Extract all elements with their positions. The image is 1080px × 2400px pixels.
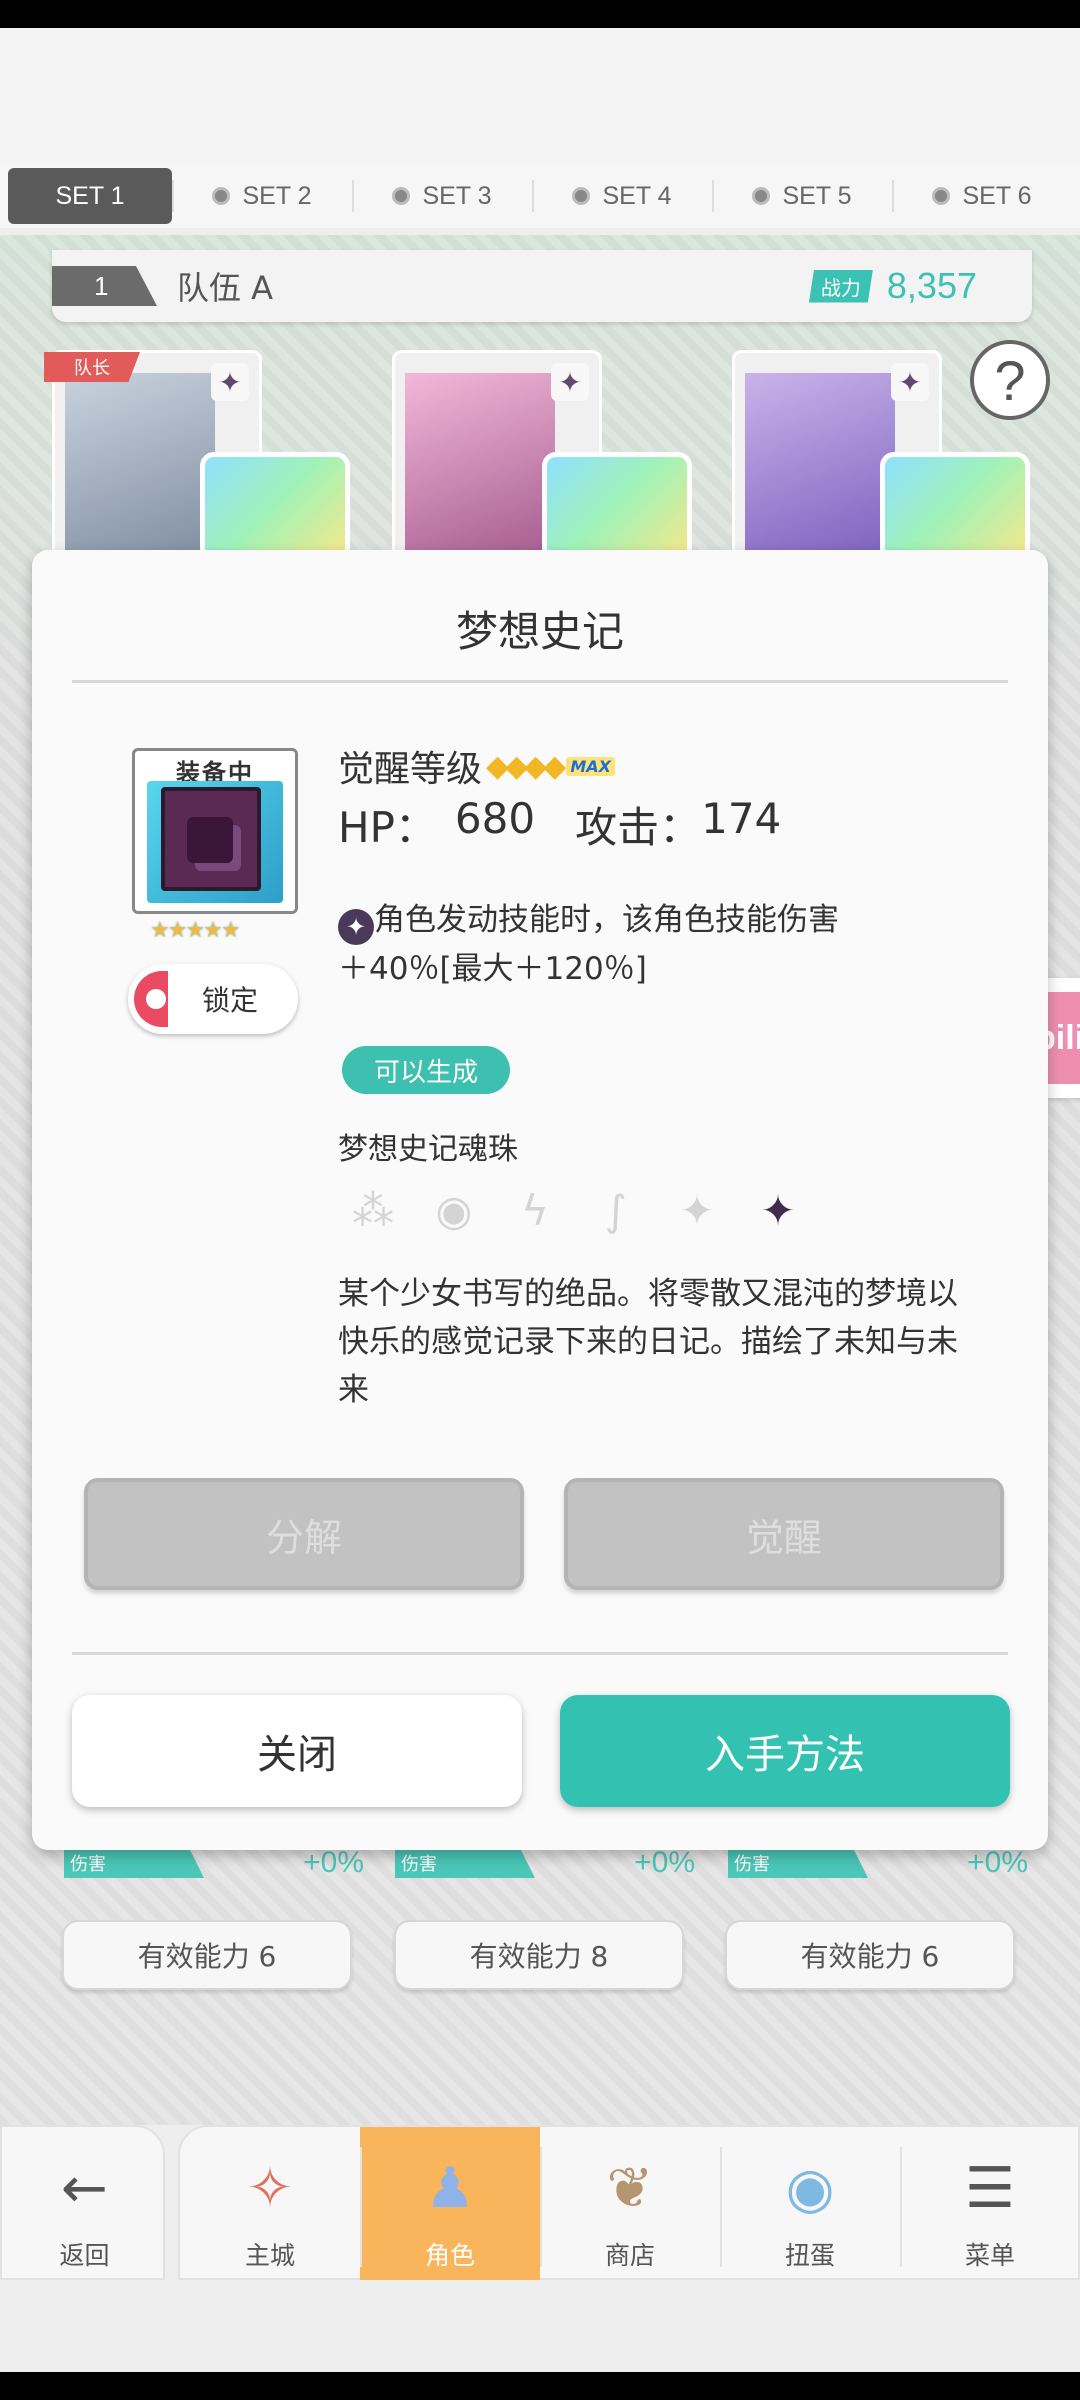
obtain-method-button[interactable]: 入手方法 (560, 1695, 1010, 1807)
tab-set-3[interactable]: SET 3 (352, 168, 532, 224)
tab-set-1[interactable]: SET 1 (8, 168, 172, 224)
soul-gem-icon: ✦ (551, 363, 589, 401)
gacha-icon: ◉ (785, 2155, 835, 2221)
lock-toggle[interactable]: 锁定 (128, 964, 298, 1034)
soul-gem-icon: ✦ (891, 363, 929, 401)
main-nav-bar: ✧ 主城 ♟ 角色 ❦ 商店 ◉ 扭蛋 ☰ 菜单 (178, 2125, 1080, 2282)
leader-tag: 队长 (44, 352, 140, 382)
atk-label: 攻击： (575, 803, 702, 852)
rarity-stars: ★★★★★ (150, 918, 241, 943)
stat-label: 伤害 (728, 1850, 868, 1878)
top-spacer (0, 28, 1080, 168)
nav-item-town[interactable]: ✧ 主城 (180, 2127, 360, 2282)
back-nav-item: ← 返回 (2, 2127, 167, 2282)
stat-row-2: 伤害 +0% (395, 1846, 695, 1884)
tab-set-2[interactable]: SET 2 (172, 168, 352, 224)
set-dot-icon (932, 187, 951, 205)
lock-label: 锁定 (202, 984, 259, 1017)
team-name: 队伍 A (177, 269, 274, 307)
character-portrait (405, 373, 555, 557)
set-dot-icon (392, 187, 411, 205)
soul-gem-icon: ✦ (211, 363, 249, 401)
dialog-title: 梦想史记 (455, 607, 624, 656)
awaken-button[interactable]: 觉醒 (564, 1478, 1004, 1590)
power-label: 战力 (808, 269, 873, 303)
stat-row-1: 伤害 +0% (64, 1846, 364, 1884)
stat-row-3: 伤害 +0% (728, 1846, 1028, 1884)
earth-icon: ⁂ (352, 1185, 394, 1235)
set-tabs: SET 1 SET 2 SET 3 SET 4 SET 5 SET 6 (0, 164, 1080, 228)
shop-icon: ❦ (606, 2155, 654, 2221)
effective-ability-button-1[interactable]: 有效能力 6 (62, 1920, 352, 1990)
power-value: 8,357 (886, 265, 977, 306)
effective-ability-button-3[interactable]: 有效能力 6 (725, 1920, 1015, 1990)
equipment-card-1[interactable] (200, 452, 350, 562)
team-number: 1 (52, 266, 157, 306)
equipment-card-3[interactable] (880, 452, 1030, 562)
character-portrait (745, 373, 895, 557)
craftable-badge: 可以生成 (342, 1046, 510, 1094)
book-icon (147, 781, 283, 903)
nav-item-shop[interactable]: ❦ 商店 (540, 2127, 720, 2282)
close-button[interactable]: 关闭 (72, 1695, 522, 1807)
equipment-detail-dialog: 梦想史记 装备中 ★★★★★ 锁定 觉醒等级 ◆◆◆◆ MAX HP： 680 … (32, 550, 1048, 1850)
hp-value: 680 (454, 794, 536, 843)
lock-knob-icon (134, 971, 168, 1027)
set-dot-icon (572, 187, 591, 205)
stat-value: +0% (967, 1846, 1028, 1879)
awaken-gem-icon: ◆◆◆◆ (486, 748, 566, 784)
status-bar (0, 0, 1080, 28)
divider (72, 680, 1008, 683)
skill-effect: ✦ 角色发动技能时，该角色技能伤害 ＋40％[最大＋120％] (338, 902, 839, 987)
soul-orb-label: 梦想史记魂珠 (338, 1132, 518, 1167)
soul-type-icons: ⁂ ◉ ϟ ∫ ✦ ✦ (338, 1180, 824, 1240)
character-portrait (65, 373, 215, 557)
awaken-level: 觉醒等级 ◆◆◆◆ MAX (338, 740, 615, 792)
nav-item-menu[interactable]: ☰ 菜单 (900, 2127, 1080, 2282)
set-dot-icon (752, 187, 771, 205)
nav-item-gacha[interactable]: ◉ 扭蛋 (720, 2127, 900, 2282)
team-power: 战力 8,357 (808, 265, 977, 307)
equipment-card-2[interactable] (542, 452, 692, 562)
bottom-nav: ← 返回 ✧ 主城 ♟ 角色 ❦ 商店 ◉ 扭蛋 ☰ 菜单 (0, 2125, 1080, 2282)
dark-star-icon: ✦ (760, 1185, 796, 1235)
divider (72, 1652, 1008, 1655)
circle-icon: ◉ (435, 1185, 473, 1235)
menu-icon: ☰ (964, 2155, 1016, 2221)
effective-ability-button-2[interactable]: 有效能力 8 (394, 1920, 684, 1990)
hp-label: HP： (338, 803, 437, 852)
tab-set-4[interactable]: SET 4 (532, 168, 712, 224)
stat-label: 伤害 (64, 1850, 204, 1878)
tab-set-5[interactable]: SET 5 (712, 168, 892, 224)
decompose-button[interactable]: 分解 (84, 1478, 524, 1590)
tab-set-6[interactable]: SET 6 (892, 168, 1072, 224)
system-nav-bar (0, 2372, 1080, 2400)
stat-value: +0% (303, 1846, 364, 1879)
equipment-icon: 装备中 (132, 748, 298, 914)
equipment-stats: HP： 680 攻击： 174 (338, 794, 781, 855)
stat-value: +0% (634, 1846, 695, 1879)
wind-icon: ∫ (605, 1185, 627, 1235)
skill-star-icon: ✦ (338, 909, 374, 945)
back-label: 返回 (59, 2241, 110, 2270)
awaken-max-badge: MAX (566, 756, 615, 776)
lightning-icon: ϟ (521, 1185, 549, 1235)
team-bar: 1 队伍 A 战力 8,357 (52, 250, 1032, 322)
atk-value: 174 (701, 794, 782, 843)
help-button[interactable]: ? (970, 340, 1050, 420)
town-icon: ✧ (246, 2155, 294, 2221)
set-dot-icon (212, 187, 231, 205)
item-description: 某个少女书写的绝品。将零散又混沌的梦境以快乐的感觉记录下来的日记。描绘了未知与未… (338, 1276, 958, 1408)
character-icon: ♟ (424, 2155, 476, 2221)
nav-spacer (0, 2280, 1080, 2372)
back-button[interactable]: ← 返回 (0, 2125, 165, 2280)
arrow-left-icon: ← (61, 2155, 108, 2221)
stat-label: 伤害 (395, 1850, 535, 1878)
nav-item-character[interactable]: ♟ 角色 (360, 2127, 540, 2282)
sparkle-icon: ✦ (679, 1185, 715, 1235)
